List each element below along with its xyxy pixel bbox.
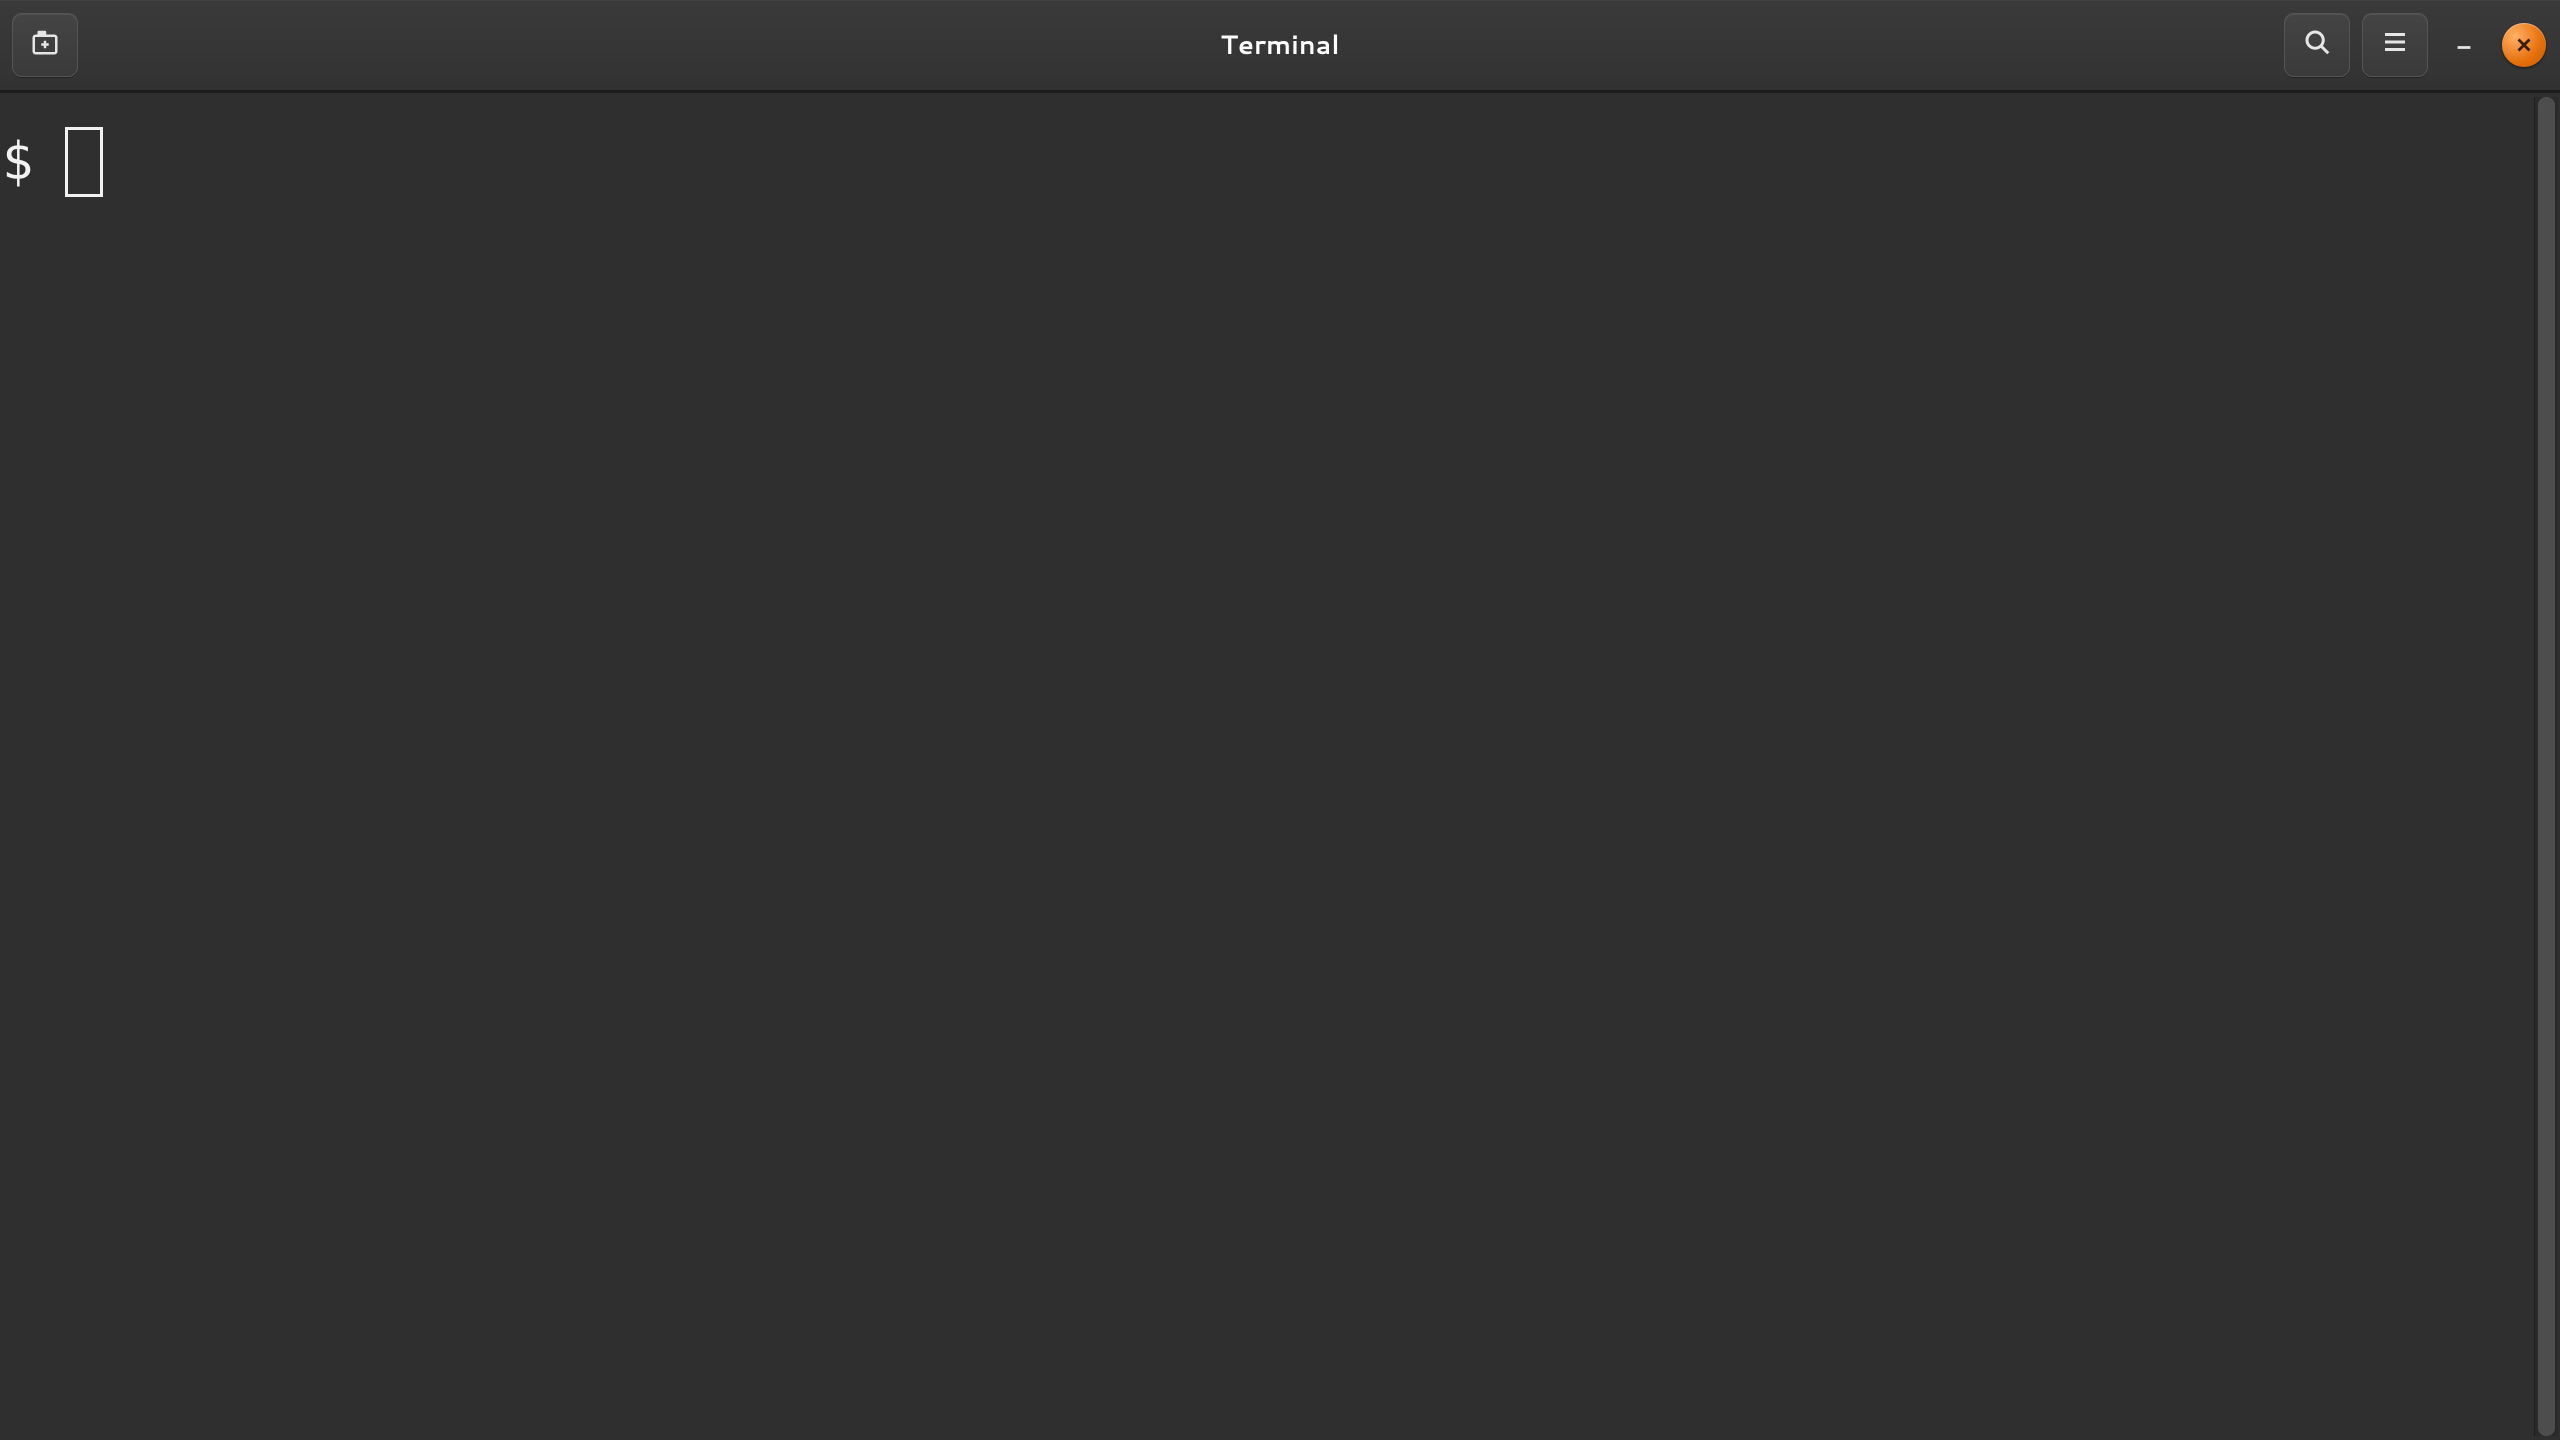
minimize-window-button[interactable]	[2440, 21, 2488, 69]
vertical-scrollbar-thumb[interactable]	[2538, 97, 2555, 1436]
close-icon	[2502, 23, 2546, 67]
headerbar-left-group	[12, 0, 78, 90]
new-tab-icon	[30, 27, 60, 63]
menu-button[interactable]	[2362, 13, 2428, 77]
headerbar-right-group	[2284, 0, 2548, 90]
new-tab-button[interactable]	[12, 13, 78, 77]
terminal-viewport: $	[0, 92, 2560, 1440]
search-button[interactable]	[2284, 13, 2350, 77]
minimize-icon	[2453, 31, 2475, 59]
hamburger-menu-icon	[2380, 27, 2410, 63]
vertical-scrollbar[interactable]	[2534, 97, 2558, 1436]
close-window-button[interactable]	[2500, 21, 2548, 69]
search-icon	[2302, 27, 2332, 63]
shell-prompt: $	[2, 133, 33, 193]
window-headerbar: Terminal	[0, 0, 2560, 92]
terminal-content[interactable]: $	[0, 97, 2530, 203]
terminal-cursor	[65, 127, 103, 197]
window-title: Terminal	[0, 27, 2560, 63]
terminal-scroll-area[interactable]: $	[0, 97, 2530, 1440]
